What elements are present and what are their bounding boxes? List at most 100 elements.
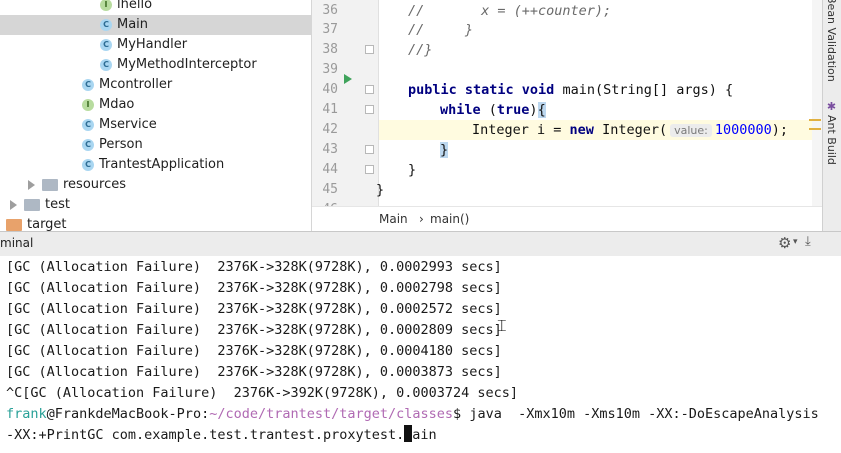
code-text: Integer( (593, 122, 668, 138)
terminal-line: [GC (Allocation Failure) 2376K->328K(972… (6, 343, 502, 359)
folder-excluded-icon (6, 219, 22, 231)
tree-item-mcontroller[interactable]: C Mcontroller (0, 75, 311, 95)
tree-item-target[interactable]: target (0, 215, 311, 231)
tree-item-mservice[interactable]: C Mservice (0, 115, 311, 135)
breadcrumb-class[interactable]: Main (379, 212, 408, 226)
terminal-line: [GC (Allocation Failure) 2376K->328K(972… (6, 280, 502, 296)
code-line-44: } (408, 162, 417, 178)
terminal-prompt-line: frank@FrankdeMacBook-Pro:~/code/trantest… (6, 404, 819, 425)
line-number: 37 (322, 22, 338, 37)
folder-icon (42, 179, 58, 191)
editor-scrollbar[interactable] (812, 0, 822, 206)
class-icon: C (100, 59, 112, 71)
chevron-down-icon[interactable]: ▾ (793, 237, 798, 247)
line-number: 45 (322, 182, 338, 197)
terminal-output[interactable]: [GC (Allocation Failure) 2376K->328K(972… (0, 256, 841, 453)
interface-icon: I (82, 99, 94, 111)
line-gutter[interactable]: 36 37 38 39 40 41 42 43 44 45 46 (312, 0, 379, 217)
line-number: 44 (322, 162, 338, 177)
class-icon: C (100, 39, 112, 51)
tree-item-trantestapplication[interactable]: C TrantestApplication (0, 155, 311, 175)
keyword: new (569, 122, 594, 138)
warning-marker[interactable] (809, 128, 821, 130)
line-number: 42 (322, 122, 338, 137)
terminal-line: [GC (Allocation Failure) 2376K->328K(972… (6, 322, 502, 338)
folder-icon (24, 199, 40, 211)
parameter-hint: value: (670, 124, 712, 137)
code-line-40: public static void main(String[] args) { (408, 80, 733, 100)
code-text: ); (771, 122, 789, 138)
terminal-title[interactable]: minal (0, 236, 33, 250)
fold-marker-icon[interactable] (365, 165, 374, 174)
breadcrumb-method[interactable]: main() (430, 212, 469, 226)
line-number: 40 (322, 82, 338, 97)
code-line-36: // x = (++counter); (408, 3, 612, 19)
line-number: 41 (322, 102, 338, 117)
breadcrumb: Main › main() (312, 206, 822, 232)
terminal-line: ^C[GC (Allocation Failure) 2376K->392K(9… (6, 385, 519, 401)
matched-brace: { (537, 102, 546, 118)
terminal-line: [GC (Allocation Failure) 2376K->328K(972… (6, 364, 502, 380)
run-gutter-icon[interactable] (344, 74, 352, 84)
code-line-45: } (376, 182, 385, 198)
code-text: ) (529, 102, 538, 118)
bean-validation-tab[interactable]: Bean Validation (825, 0, 838, 82)
breadcrumb-separator: › (419, 212, 424, 226)
class-spring-icon: C (82, 159, 94, 171)
tree-item-mdao[interactable]: I Mdao (0, 95, 311, 115)
tree-item-mymethodinterceptor[interactable]: C MyMethodInterceptor (0, 55, 311, 75)
right-tool-sidebar: Bean Validation ✱ Ant Build (822, 0, 841, 231)
tree-item-main[interactable]: C Main (0, 15, 311, 35)
prompt-path: ~/code/trantest/target/classes (209, 406, 454, 422)
terminal-header: minal ⚙ ▾ ⤓ (0, 231, 841, 257)
code-editor[interactable]: 36 37 38 39 40 41 42 43 44 45 46 // x = … (312, 0, 822, 232)
fold-marker-icon[interactable] (365, 145, 374, 154)
code-text: Integer i = (472, 122, 570, 138)
code-line-37: // } (408, 22, 474, 38)
code-line-42: Integer i = new Integer(value: 1000000); (472, 120, 788, 140)
gear-icon[interactable]: ⚙ (778, 234, 791, 252)
ant-icon: ✱ (825, 100, 838, 113)
tree-item-lhello[interactable]: I lhello (0, 0, 311, 15)
tree-item-myhandler[interactable]: C MyHandler (0, 35, 311, 55)
line-number: 38 (322, 42, 338, 57)
code-line-41: while (true){ (440, 100, 546, 120)
warning-marker[interactable] (809, 119, 821, 121)
tree-item-test[interactable]: test (0, 195, 311, 215)
code-text: ( (480, 102, 497, 118)
keyword: true (496, 102, 530, 118)
number-literal: 1000000 (714, 122, 772, 138)
ant-build-tab[interactable]: Ant Build (825, 115, 838, 165)
line-number: 36 (322, 3, 338, 18)
keyword: while (440, 102, 481, 118)
command-text: -XX:+PrintGC com.example.test.trantest.p… (6, 427, 405, 443)
tree-item-resources[interactable]: resources (0, 175, 311, 195)
matched-brace: } (440, 142, 449, 158)
command-text: ain (412, 427, 437, 443)
line-number: 39 (322, 62, 338, 77)
minimize-icon[interactable]: ⤓ (805, 234, 811, 249)
class-icon: C (82, 139, 94, 151)
class-icon: C (82, 119, 94, 131)
interface-icon: I (100, 0, 112, 11)
tree-item-person[interactable]: C Person (0, 135, 311, 155)
prompt-user: frank (6, 406, 47, 422)
project-tree: I lhello C Main C MyHandler C MyMethodIn… (0, 0, 312, 231)
fold-marker-icon[interactable] (365, 85, 374, 94)
expand-arrow-icon[interactable] (10, 200, 17, 210)
line-number: 43 (322, 142, 338, 157)
prompt-host: @FrankdeMacBook-Pro: (46, 406, 210, 422)
fold-marker-icon[interactable] (365, 105, 374, 114)
keyword: public static void (408, 82, 555, 98)
class-run-icon: C (100, 19, 112, 31)
code-line-43: } (440, 140, 449, 160)
mouse-cursor-icon: ⌶ (497, 316, 507, 335)
terminal-line: [GC (Allocation Failure) 2376K->328K(972… (6, 259, 502, 275)
code-text: main(String[] args) { (554, 82, 734, 98)
terminal-command-line: -XX:+PrintGC com.example.test.trantest.p… (6, 425, 437, 446)
command-text: java -Xmx10m -Xms10m -XX:-DoEscapeAnalys… (469, 406, 819, 422)
class-icon: C (82, 79, 94, 91)
terminal-line: [GC (Allocation Failure) 2376K->328K(972… (6, 301, 502, 317)
fold-marker-icon[interactable] (365, 45, 374, 54)
expand-arrow-icon[interactable] (28, 180, 35, 190)
